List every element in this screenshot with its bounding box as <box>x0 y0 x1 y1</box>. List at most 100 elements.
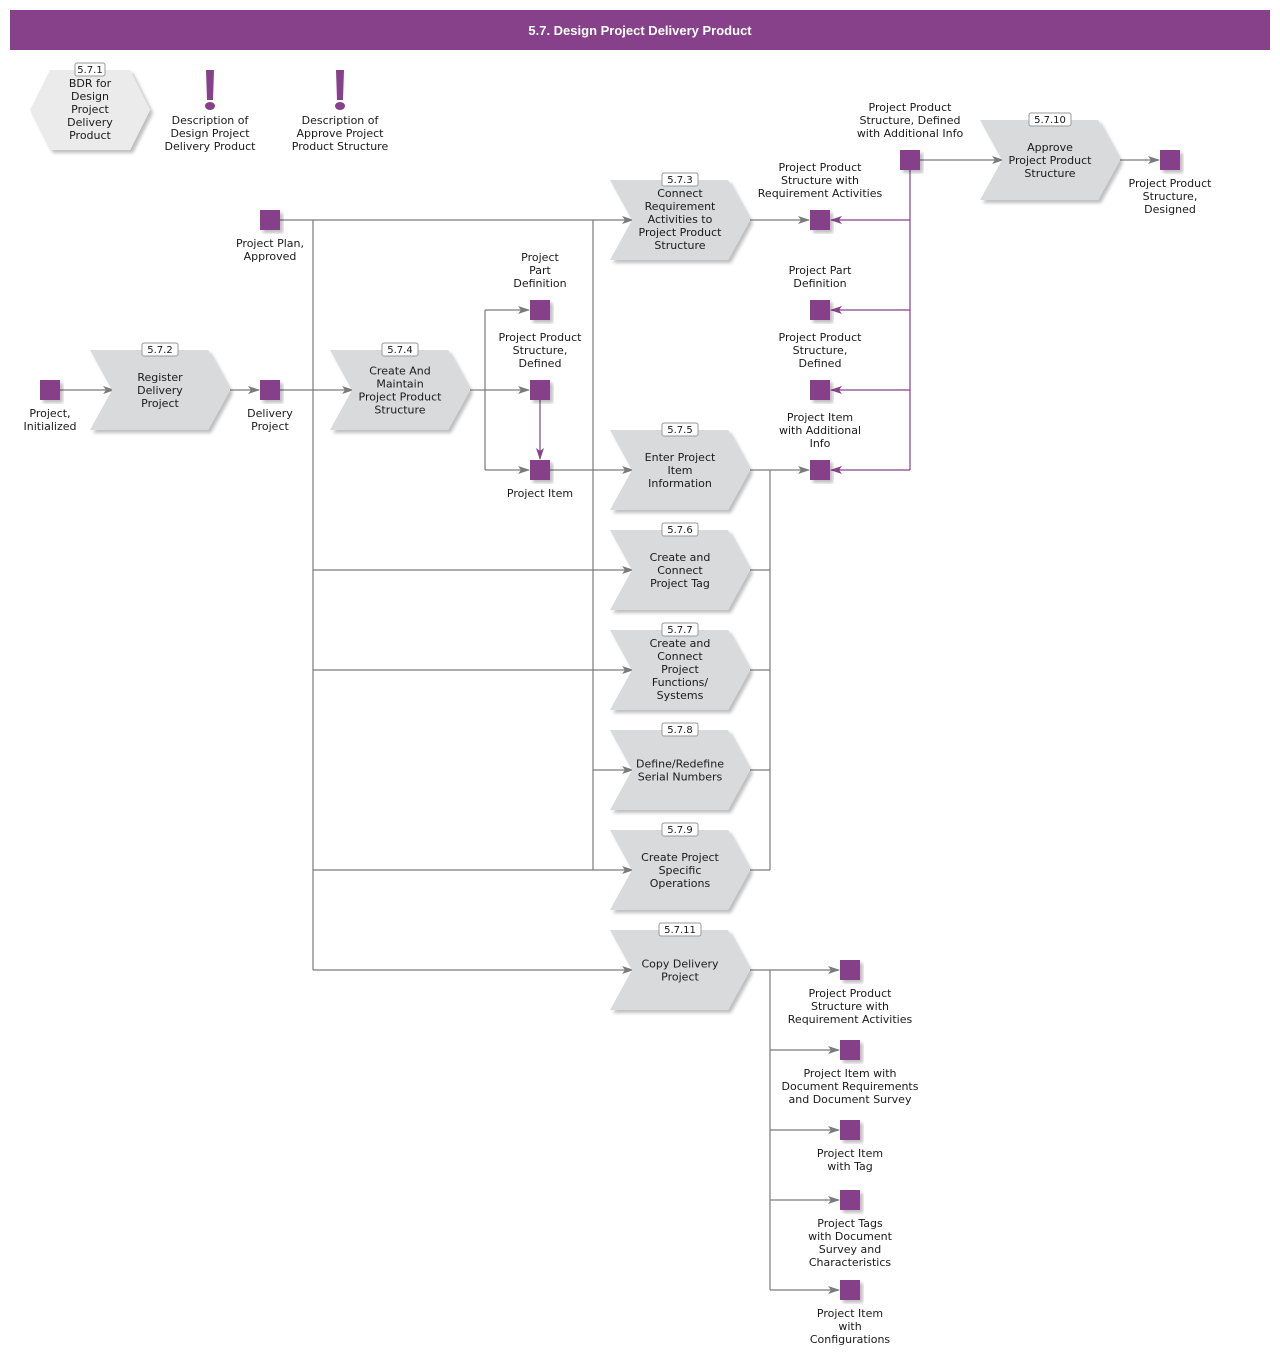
description-item[interactable]: Description ofDesign ProjectDelivery Pro… <box>165 70 257 153</box>
connector-line <box>750 969 771 1290</box>
object-square <box>810 210 830 230</box>
bdr-label: Delivery <box>67 116 113 129</box>
object-square <box>530 460 550 480</box>
process-id-badge: 5.7.2 <box>141 342 179 357</box>
process-id-badge: 5.7.11 <box>658 922 702 937</box>
process-label: Copy Delivery <box>641 958 719 971</box>
data-object-o-plan[interactable]: Project Plan,Approved <box>236 210 304 263</box>
process-id: 5.7.4 <box>387 345 412 356</box>
process-label: Information <box>648 477 712 490</box>
process-id-badge: 5.7.7 <box>661 622 699 637</box>
object-label: Project Product <box>779 331 863 344</box>
process-5-7-7[interactable]: 5.7.7Create andConnectProjectFunctions/S… <box>610 622 750 710</box>
object-label: Structure, <box>1143 190 1198 203</box>
process-id: 5.7.8 <box>667 725 692 736</box>
process-5-7-3[interactable]: 5.7.3ConnectRequirementActivities toProj… <box>610 172 750 260</box>
description-label: Delivery Product <box>165 140 257 153</box>
process-id-badge: 5.7.4 <box>381 342 419 357</box>
object-label: Definition <box>793 277 846 290</box>
process-label: Specific <box>659 864 702 877</box>
process-label: Structure <box>654 239 705 252</box>
connectors <box>60 156 1160 1294</box>
data-object-o-copy-tags-doc[interactable]: Project Tagswith DocumentSurvey andChara… <box>808 1190 893 1269</box>
process-5-7-9[interactable]: 5.7.9 Create ProjectSpecificOperations <box>610 822 750 910</box>
data-object-o-part-def2[interactable]: Project PartDefinition <box>789 264 853 320</box>
object-square <box>1160 150 1180 170</box>
process-label: Connect <box>657 187 703 200</box>
bdr-hexagon[interactable]: 5.7.1BDR forDesignProjectDeliveryProduct <box>30 62 150 150</box>
process-label: Register <box>137 371 183 384</box>
object-label: Approved <box>244 250 297 263</box>
object-label: with Additional <box>779 424 861 437</box>
process-5-7-11[interactable]: 5.7.11 Copy DeliveryProject <box>610 922 750 1010</box>
bdr-label: Design <box>71 90 109 103</box>
object-square <box>260 210 280 230</box>
process-id: 5.7.3 <box>667 175 692 186</box>
object-label: Delivery <box>247 407 293 420</box>
object-square <box>900 150 920 170</box>
process-label: Project Product <box>359 391 443 404</box>
bdr-label: Product <box>69 129 111 142</box>
data-object-o-item[interactable]: Project Item <box>507 460 573 500</box>
object-label: and Document Survey <box>789 1093 912 1106</box>
process-id-badge: 5.7.9 <box>661 822 699 837</box>
process-label: Project <box>661 663 699 676</box>
object-label: Requirement Activities <box>788 1013 913 1026</box>
object-square <box>840 1040 860 1060</box>
process-label: Define/Redefine <box>636 758 724 771</box>
object-label: Project Product <box>809 987 893 1000</box>
object-label: Project <box>251 420 289 433</box>
object-label: Project Tags <box>817 1217 883 1230</box>
object-square <box>840 960 860 980</box>
process-label: Structure <box>1024 167 1075 180</box>
data-object-o-copy-item-tag[interactable]: Project Itemwith Tag <box>817 1120 883 1173</box>
description-label: Approve Project <box>297 127 385 140</box>
object-label: Project Item <box>787 411 853 424</box>
bdr-id: 5.7.1 <box>77 65 102 76</box>
object-label: Structure, <box>513 344 568 357</box>
process-id-badge: 5.7.5 <box>661 422 699 437</box>
object-label: with <box>838 1320 861 1333</box>
object-label: Document Requirements <box>782 1080 919 1093</box>
process-id-badge: 5.7.8 <box>661 722 699 737</box>
bdr-label: BDR for <box>69 77 112 90</box>
process-label: Approve <box>1027 141 1073 154</box>
object-label: Project, <box>29 407 70 420</box>
process-5-7-10[interactable]: 5.7.10 ApproveProject ProductStructure <box>980 112 1120 200</box>
process-5-7-4[interactable]: 5.7.4 Create AndMaintainProject ProductSt… <box>330 342 470 430</box>
process-5-7-5[interactable]: 5.7.5 Enter ProjectItemInformation <box>610 422 750 510</box>
process-label: Project Product <box>1009 154 1093 167</box>
object-label: Project Product <box>869 101 953 114</box>
object-label: Project Product <box>1129 177 1213 190</box>
process-label: Activities to <box>648 213 713 226</box>
process-label: Item <box>667 464 692 477</box>
description-label: Description of <box>302 114 380 127</box>
object-square <box>530 300 550 320</box>
process-5-7-8[interactable]: 5.7.8 Define/RedefineSerial Numbers <box>610 722 750 810</box>
process-label: Project <box>661 971 699 984</box>
object-label: Defined <box>519 357 562 370</box>
process-label: Functions/ <box>652 676 709 689</box>
bdr-label: Project <box>71 103 109 116</box>
object-label: Defined <box>799 357 842 370</box>
process-5-7-6[interactable]: 5.7.6 Create andConnectProject Tag <box>610 522 750 610</box>
process-label: Create and <box>650 637 711 650</box>
process-5-7-2[interactable]: 5.7.2 RegisterDeliveryProject <box>90 342 230 430</box>
process-label: Create and <box>650 551 711 564</box>
object-square <box>840 1280 860 1300</box>
object-label: Designed <box>1144 203 1196 216</box>
process-id: 5.7.10 <box>1034 115 1066 126</box>
description-item[interactable]: Description ofApprove ProjectProduct Str… <box>292 70 389 153</box>
object-label: Project Product <box>779 161 863 174</box>
process-label: Create Project <box>641 851 719 864</box>
data-object-o-proj-init[interactable]: Project,Initialized <box>23 380 77 433</box>
process-label: Structure <box>374 404 425 417</box>
data-object-o-delivery[interactable]: DeliveryProject <box>247 380 293 433</box>
object-label: Requirement Activities <box>758 187 883 200</box>
process-label: Systems <box>657 689 704 702</box>
object-square <box>260 380 280 400</box>
process-id: 5.7.6 <box>667 525 692 536</box>
process-diagram: 5.7.1BDR forDesignProjectDeliveryProduct… <box>23 62 1213 1346</box>
object-label: Part <box>529 264 551 277</box>
description-label: Product Structure <box>292 140 389 153</box>
